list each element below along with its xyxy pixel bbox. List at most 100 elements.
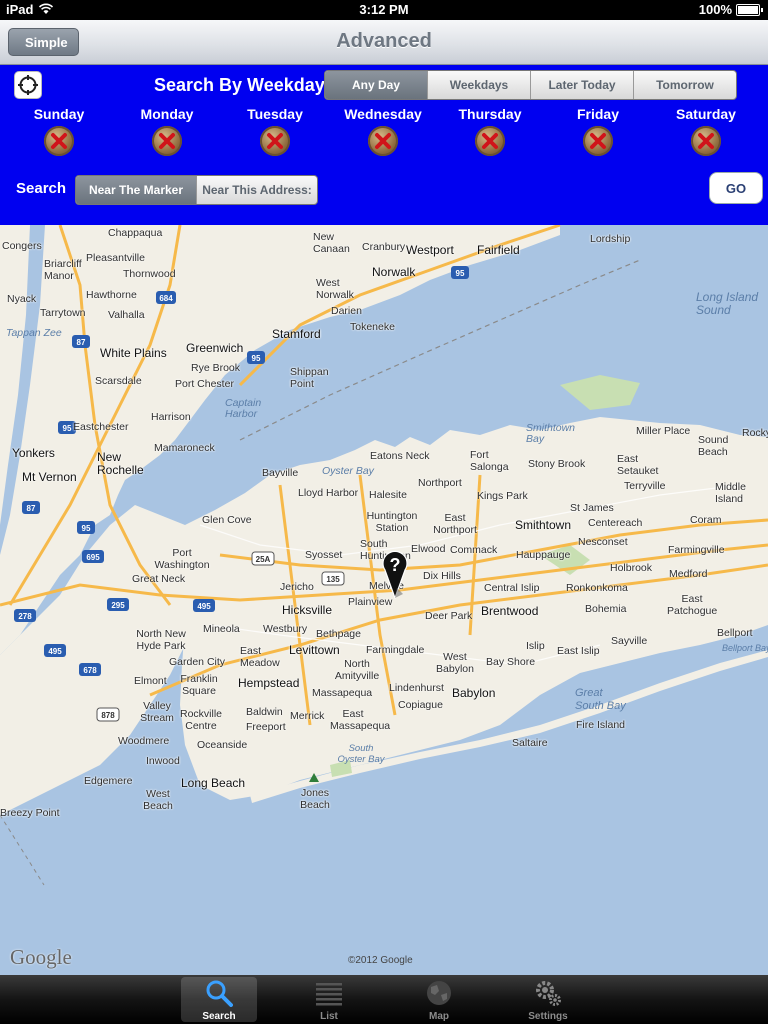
place-label: Thornwood <box>123 268 176 280</box>
weekday-label-tuesday: Tuesday <box>247 106 303 122</box>
place-label: Briarcliff Manor <box>44 258 82 282</box>
place-label: West Beach <box>143 788 173 812</box>
place-label: Smithtown Bay <box>526 422 576 445</box>
place-label: Freeport <box>246 721 286 733</box>
place-label: East Meadow <box>240 645 280 669</box>
place-label: Bay Shore <box>486 656 536 668</box>
place-label: Bethpage <box>316 628 361 640</box>
place-label: Nesconset <box>578 536 628 548</box>
place-label: Halesite <box>369 489 407 501</box>
place-label: North New Hyde Park <box>136 628 186 652</box>
battery-icon <box>736 3 763 16</box>
day-option-weekdays[interactable]: Weekdays <box>427 71 530 99</box>
day-option-later-today[interactable]: Later Today <box>530 71 633 99</box>
place-label: Valhalla <box>108 309 145 321</box>
place-label: Westport <box>406 243 454 257</box>
saturday-toggle[interactable] <box>691 126 721 156</box>
place-label: Hawthorne <box>86 289 137 301</box>
go-button[interactable]: GO <box>709 172 763 204</box>
place-label: Pleasantville <box>86 252 145 264</box>
place-label: East Massapequa <box>330 708 391 732</box>
tab-label: List <box>320 1011 338 1022</box>
place-label: Nyack <box>7 293 37 305</box>
place-label: Harrison <box>151 411 191 423</box>
tab-bar: Search List Map Settings <box>0 975 768 1024</box>
search-marker-pin[interactable]: ? <box>381 550 409 600</box>
globe-icon <box>427 981 451 1005</box>
weekday-label-monday: Monday <box>140 106 194 122</box>
locate-me-button[interactable] <box>14 71 42 99</box>
highway-95-label: 95 <box>82 524 91 533</box>
place-label: Darien <box>331 305 362 317</box>
place-label: Great Neck <box>132 573 186 585</box>
day-option-tomorrow[interactable]: Tomorrow <box>633 71 736 99</box>
place-label: Holbrook <box>610 562 653 574</box>
tab-label: Settings <box>528 1011 568 1022</box>
place-label: East Northport <box>433 512 477 536</box>
place-label: Central Islip <box>484 582 540 594</box>
place-label: East Patchogue <box>667 593 718 617</box>
near-this-address-option[interactable]: Near This Address: <box>196 176 317 204</box>
place-label: Oceanside <box>197 739 248 751</box>
tab-list[interactable]: List <box>291 977 367 1022</box>
place-label: Huntington Station <box>366 510 418 534</box>
magnifier-icon <box>206 980 233 1007</box>
tab-label: Map <box>429 1011 449 1022</box>
sunday-toggle[interactable] <box>44 126 74 156</box>
x-mark-icon <box>51 133 67 149</box>
search-label: Search <box>16 180 67 197</box>
place-label: Sound Beach <box>698 434 729 458</box>
day-option-any-day[interactable]: Any Day <box>325 71 427 99</box>
place-label: Mineola <box>203 623 240 635</box>
place-label: West Norwalk <box>316 277 354 301</box>
battery-status: 100% <box>699 2 763 17</box>
google-logo: Google <box>10 945 72 969</box>
clock: 3:12 PM <box>359 2 409 17</box>
place-label: Fire Island <box>576 719 626 731</box>
place-label: Rye Brook <box>191 362 241 374</box>
friday-toggle[interactable] <box>583 126 613 156</box>
wednesday-toggle[interactable] <box>368 126 398 156</box>
place-label: Cranbury <box>362 241 406 253</box>
place-label: Hicksville <box>282 603 333 617</box>
highway-25a-label: 25A <box>256 555 271 564</box>
place-label: Tappan Zee <box>6 327 62 339</box>
tab-search[interactable]: Search <box>181 977 257 1022</box>
place-label: Sayville <box>611 635 648 647</box>
place-label: White Plains <box>100 346 167 360</box>
thursday-toggle[interactable] <box>475 126 505 156</box>
park-tree-icon <box>309 773 319 782</box>
place-label: Farmingville <box>668 544 725 556</box>
map-view[interactable]: 684 95 87 95 95 695 278 295 495 25A 135 … <box>0 225 768 975</box>
place-label: Glen Cove <box>202 514 252 526</box>
tab-map[interactable]: Map <box>401 977 477 1022</box>
place-label: Captain Harbor <box>225 397 262 420</box>
place-label: East Islip <box>557 645 600 657</box>
place-label: Miller Place <box>636 425 691 437</box>
near-the-marker-option[interactable]: Near The Marker <box>76 176 196 204</box>
place-label: Lloyd Harbor <box>298 487 359 499</box>
tuesday-toggle[interactable] <box>260 126 290 156</box>
list-icon <box>316 983 342 1006</box>
monday-toggle[interactable] <box>152 126 182 156</box>
status-bar: iPad 3:12 PM 100% <box>0 0 768 20</box>
place-label: East Setauket <box>617 453 659 477</box>
place-label: Tarrytown <box>40 307 86 319</box>
highway-95-label: 95 <box>63 424 72 433</box>
place-label: Stony Brook <box>528 458 586 470</box>
tab-settings[interactable]: Settings <box>510 977 586 1022</box>
place-label: Mt Vernon <box>22 470 77 484</box>
place-label: Hempstead <box>238 676 300 690</box>
highway-695-label: 695 <box>86 553 100 562</box>
place-label: Kings Park <box>477 490 528 502</box>
place-label: Centereach <box>588 517 643 529</box>
x-mark-icon <box>159 133 175 149</box>
place-label: Jones Beach <box>300 787 330 811</box>
place-label: Bellport Bay <box>722 643 768 653</box>
place-label: Terryville <box>624 480 666 492</box>
highway-87-label: 87 <box>27 504 36 513</box>
place-label: Garden City <box>169 656 226 668</box>
highway-278-label: 278 <box>18 612 32 621</box>
place-label: Deer Park <box>425 610 473 622</box>
place-label: Tokeneke <box>350 321 395 333</box>
